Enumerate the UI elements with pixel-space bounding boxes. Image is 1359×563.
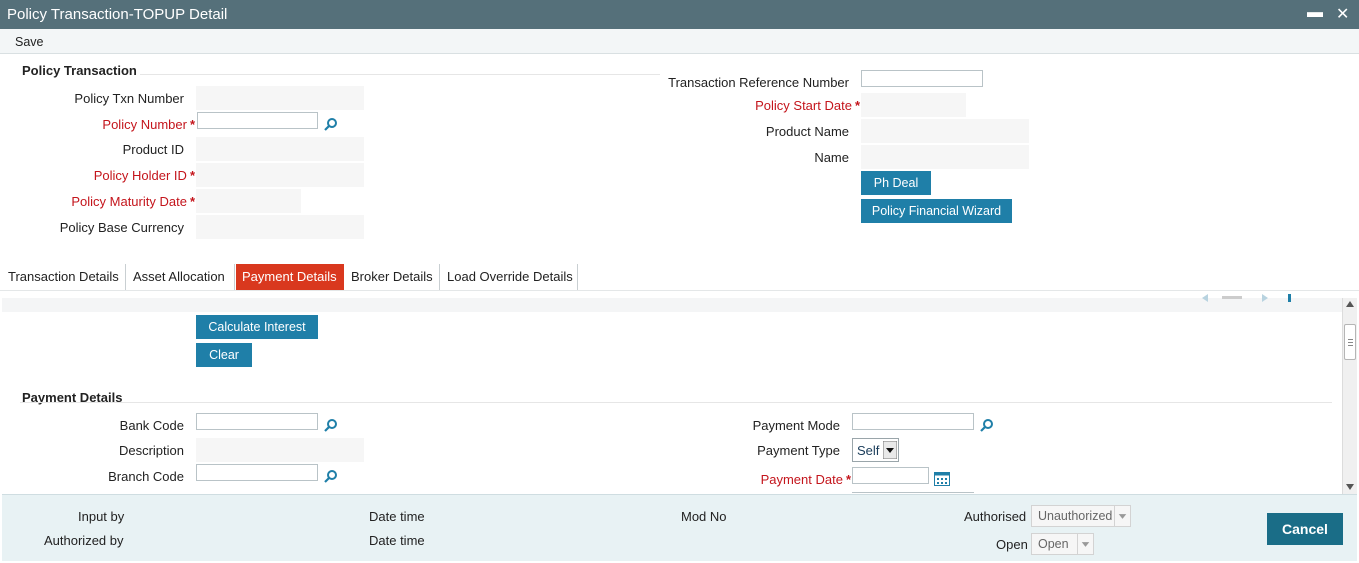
product-name-field [861,119,1029,143]
name-field [861,145,1029,169]
authorised-value: Unauthorized [1038,509,1113,523]
bank-code-label: Bank Code [119,418,184,433]
policy-holder-id-label: Policy Holder ID * [93,168,195,183]
branch-code-label: Branch Code [108,469,184,484]
section-title-policy-transaction: Policy Transaction [22,63,137,78]
transaction-reference-number-label: Transaction Reference Number [668,75,849,90]
tab-payment-details[interactable]: Payment Details [236,264,344,290]
scroll-down-icon[interactable] [1346,484,1354,490]
calculate-interest-button[interactable]: Calculate Interest [196,315,318,339]
authorised-label: Authorised [964,509,1027,524]
policy-txn-number-field [196,86,364,110]
vertical-scrollbar[interactable] [1342,298,1357,494]
policy-base-currency-label: Policy Base Currency [59,220,184,235]
payment-type-select[interactable]: Self [852,438,899,462]
name-label: Name [814,150,849,165]
pagination-bar [2,294,1342,312]
description-field [196,438,364,462]
input-by-label: Input by [78,509,125,524]
bank-code-search-icon[interactable] [324,418,338,432]
scroll-up-icon[interactable] [1346,301,1354,307]
product-id-label: Product ID [122,142,184,157]
policy-holder-id-field [196,163,364,187]
tab-asset-allocation[interactable]: Asset Allocation [127,264,235,290]
save-button[interactable]: Save [15,35,44,49]
cancel-button[interactable]: Cancel [1267,513,1343,545]
payment-type-label: Payment Type [757,443,840,458]
payment-date-label: Payment Date * [760,472,851,487]
policy-start-date-field [861,93,966,117]
payment-type-value: Self [857,443,880,458]
branch-code-input[interactable] [196,464,318,481]
minimize-button[interactable]: ▬ [1307,4,1323,22]
pagination-controls-icon[interactable] [1200,294,1300,302]
policy-start-date-label: Policy Start Date * [755,98,860,113]
section-divider [20,402,1332,403]
authorized-by-label: Authorized by [44,533,124,548]
tab-bar-divider [0,290,1359,291]
tab-transaction-details[interactable]: Transaction Details [2,264,126,290]
policy-number-search-icon[interactable] [324,117,338,131]
section-divider [140,74,660,75]
ph-deal-button[interactable]: Ph Deal [861,171,931,195]
branch-code-search-icon[interactable] [324,469,338,483]
policy-number-label: Policy Number * [102,117,195,132]
description-label: Description [118,443,184,458]
open-value: Open [1038,537,1069,551]
bank-code-input[interactable] [196,413,318,430]
policy-maturity-date-field [196,189,301,213]
scrollbar-thumb[interactable] [1344,324,1356,360]
chevron-down-icon[interactable] [1114,506,1130,526]
policy-base-currency-field [196,215,364,239]
policy-txn-number-label: Policy Txn Number [74,91,184,106]
window-title: Policy Transaction-TOPUP Detail [7,6,228,23]
transaction-reference-number-input[interactable] [861,70,983,87]
chevron-down-icon[interactable] [883,441,897,459]
close-button[interactable]: ✕ [1336,4,1349,24]
calendar-icon[interactable] [934,471,950,486]
policy-maturity-date-label: Policy Maturity Date * [71,194,195,209]
payment-mode-label: Payment Mode [752,418,840,433]
payment-mode-search-icon[interactable] [980,418,994,432]
authorised-select[interactable]: Unauthorized [1031,505,1131,527]
clear-button[interactable]: Clear [196,343,252,367]
policy-number-input[interactable] [197,112,318,129]
open-select[interactable]: Open [1031,533,1094,555]
date-time-label: Date time [369,533,425,548]
payment-mode-input[interactable] [852,413,974,430]
menu-bar: Save [0,29,1359,54]
open-label: Open [996,537,1028,552]
tab-broker-details[interactable]: Broker Details [345,264,440,290]
product-id-field [196,137,364,161]
payment-date-input[interactable] [852,467,929,484]
tab-bar: Transaction Details Asset Allocation Pay… [0,264,580,290]
mod-no-label: Mod No [681,509,727,524]
audit-footer [2,494,1357,561]
chevron-down-icon[interactable] [1077,534,1093,554]
date-time-label: Date time [369,509,425,524]
tab-load-override-details[interactable]: Load Override Details [441,264,578,290]
policy-financial-wizard-button[interactable]: Policy Financial Wizard [861,199,1012,223]
product-name-label: Product Name [765,124,849,139]
window-titlebar: Policy Transaction-TOPUP Detail ▬ ✕ [0,0,1359,29]
